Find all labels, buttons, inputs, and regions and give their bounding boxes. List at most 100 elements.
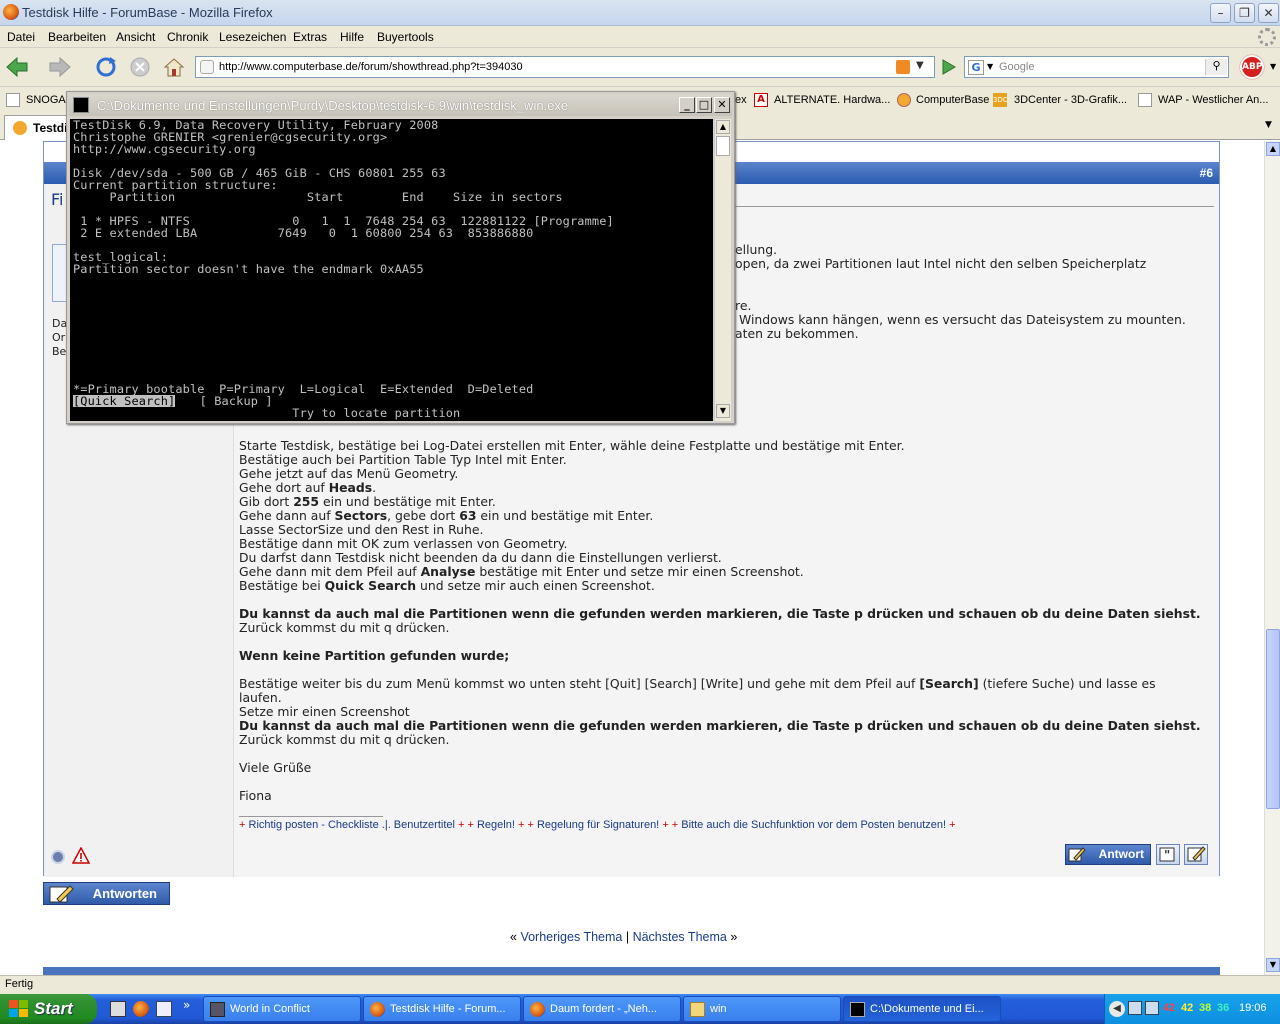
search-bar[interactable]: G ▼ Google ⚲ [964, 56, 1229, 78]
scroll-up-icon[interactable]: ▲ [716, 120, 730, 134]
taskbar-item[interactable]: Testdisk Hilfe - Forum... [363, 996, 521, 1022]
quicklaunch-app-icon[interactable] [156, 1001, 172, 1017]
home-icon[interactable] [162, 56, 186, 78]
show-desktop-icon[interactable] [110, 1001, 126, 1017]
scroll-thumb[interactable] [1266, 629, 1280, 809]
menu-ansicht[interactable]: Ansicht [116, 30, 155, 44]
status-bar: Fertig [0, 975, 1280, 994]
post-text-partial: ellung. [735, 242, 778, 257]
menu-extras[interactable]: Extras [293, 30, 327, 44]
testdisk-console-window[interactable]: C:\Dokumente und Einstellungen\Purdy\Des… [66, 91, 735, 424]
firefox-title-bar: Testdisk Hilfe - ForumBase - Mozilla Fir… [0, 0, 1280, 26]
start-button[interactable]: Start [0, 994, 97, 1024]
online-status-icon [51, 850, 65, 864]
search-engine-dropdown-icon[interactable]: ▼ [987, 62, 993, 71]
bookmark-alternate[interactable]: ALTERNATE. Hardwa... [774, 94, 890, 106]
console-line: 2 E extended LBA 7649 0 1 60800 254 63 8… [73, 226, 534, 240]
adblock-icon[interactable]: ABP [1240, 55, 1264, 79]
menu-chronik[interactable]: Chronik [167, 30, 208, 44]
menu-hilfe[interactable]: Hilfe [340, 30, 364, 44]
close-button[interactable]: ✕ [1258, 3, 1279, 23]
post-line-bold: Wenn keine Partition gefunden wurde; [239, 648, 510, 663]
scroll-down-icon[interactable]: ▼ [1266, 958, 1280, 972]
next-thread-link[interactable]: Nächstes Thema [633, 930, 727, 944]
menu-buyertools[interactable]: Buyertools [377, 30, 434, 44]
tab-testdisk[interactable]: Testdi [4, 115, 74, 140]
bookmark-partial[interactable]: ex [735, 94, 747, 106]
console-minimize-button[interactable]: _ [679, 97, 695, 113]
signature-link[interactable]: Richtig posten - Checkliste .|. Benutzer… [249, 819, 455, 831]
throbber-icon [1258, 28, 1276, 46]
computerbase-icon [897, 93, 911, 107]
new-reply-button[interactable]: Antworten [43, 882, 170, 905]
scroll-down-icon[interactable]: ▼ [716, 404, 730, 418]
tab-label: Testdi [33, 121, 68, 135]
menu-bearbeiten[interactable]: Bearbeiten [48, 30, 106, 44]
signature-link[interactable]: Regeln! [477, 819, 515, 831]
report-warning-icon[interactable] [72, 847, 90, 865]
temperature-readout: 42 [1181, 1002, 1194, 1014]
quote-button[interactable]: " [1156, 844, 1180, 865]
post-line-bold: Du kannst da auch mal die Partitionen we… [239, 718, 1201, 733]
adblock-dropdown-icon[interactable]: ▼ [1270, 62, 1276, 71]
tray-expand-icon[interactable]: ◀ [1109, 1001, 1125, 1017]
taskbar-item[interactable]: win [683, 996, 841, 1022]
username-partial[interactable]: Fi [51, 190, 63, 209]
console-close-button[interactable]: ✕ [714, 97, 730, 113]
forward-arrow-icon[interactable] [48, 56, 72, 78]
post-text-partial: open, da zwei Partitionen laut Intel nic… [735, 256, 1147, 271]
thread-navigation: « Vorheriges Thema | Nächstes Thema » [510, 930, 738, 944]
game-icon [210, 1002, 225, 1017]
console-scrollbar[interactable]: ▲ ▼ [714, 119, 731, 421]
firefox-icon [3, 4, 19, 20]
page-scrollbar[interactable]: ▲ ▼ [1264, 141, 1280, 975]
go-arrow-icon[interactable] [937, 56, 961, 78]
edit-button[interactable] [1184, 844, 1208, 865]
stop-icon[interactable] [128, 56, 152, 78]
bookmark-computerbase[interactable]: ComputerBase [916, 94, 989, 106]
rss-feed-icon[interactable] [896, 60, 910, 74]
post-line: Du darfst dann Testdisk nicht beenden da… [239, 550, 722, 565]
footer-bar [43, 967, 1220, 975]
3dcenter-icon: 3DC [993, 93, 1008, 107]
signature-link[interactable]: Bitte auch die Suchfunktion vor dem Post… [681, 819, 946, 831]
reload-icon[interactable] [94, 56, 118, 78]
maximize-button[interactable]: ❐ [1234, 3, 1255, 23]
tab-list-icon[interactable]: ▼ [1265, 120, 1272, 130]
post-number[interactable]: #6 [1200, 166, 1213, 180]
post-line-bold: Du kannst da auch mal die Partitionen we… [239, 606, 1201, 621]
bookmark-3dcenter[interactable]: 3DCenter - 3D-Grafik... [1014, 94, 1127, 106]
url-dropdown-icon[interactable]: ▼ [916, 60, 924, 71]
post-text-partial: aten zu bekommen. [735, 326, 859, 341]
reply-button[interactable]: Antwort [1065, 844, 1151, 865]
taskbar-item[interactable]: World in Conflict [203, 996, 361, 1022]
minimize-button[interactable]: – [1210, 3, 1231, 23]
firefox-quicklaunch-icon[interactable] [133, 1001, 149, 1017]
menu-datei[interactable]: Datei [7, 30, 35, 44]
network-icon[interactable] [1128, 1001, 1142, 1015]
computerbase-icon [13, 121, 27, 135]
console-maximize-button[interactable]: □ [696, 97, 712, 113]
search-input[interactable]: Google [999, 61, 1034, 73]
scroll-thumb[interactable] [716, 136, 730, 156]
console-output[interactable]: TestDisk 6.9, Data Recovery Utility, Feb… [70, 119, 713, 421]
reply-pencil-icon [49, 885, 74, 903]
post-line: Setze mir einen Screenshot [239, 704, 410, 719]
taskbar-item-active[interactable]: C:\Dokumente und Ei... [843, 996, 1001, 1022]
site-favicon-icon [200, 60, 214, 74]
menu-lesezeichen[interactable]: Lesezeichen [219, 30, 286, 44]
signature-divider [239, 816, 383, 817]
previous-thread-link[interactable]: Vorheriges Thema [520, 930, 622, 944]
url-bar[interactable]: http://www.computerbase.de/forum/showthr… [195, 56, 935, 78]
scroll-up-icon[interactable]: ▲ [1266, 142, 1280, 156]
console-title-bar[interactable]: C:\Dokumente und Einstellungen\Purdy\Des… [69, 94, 732, 116]
post-line: Zurück kommst du mit q drücken. [239, 620, 450, 635]
search-magnifier-icon[interactable]: ⚲ [1205, 59, 1227, 75]
quicklaunch-expand-icon[interactable]: » [183, 998, 190, 1012]
bookmark-wap[interactable]: WAP - Westlicher An... [1158, 94, 1268, 106]
back-arrow-icon[interactable] [5, 56, 29, 78]
network-icon[interactable] [1145, 1001, 1159, 1015]
google-icon[interactable]: G [968, 60, 984, 75]
signature-link[interactable]: Regelung für Signaturen! [537, 819, 659, 831]
taskbar-item[interactable]: Daum fordert - „Neh... [523, 996, 681, 1022]
